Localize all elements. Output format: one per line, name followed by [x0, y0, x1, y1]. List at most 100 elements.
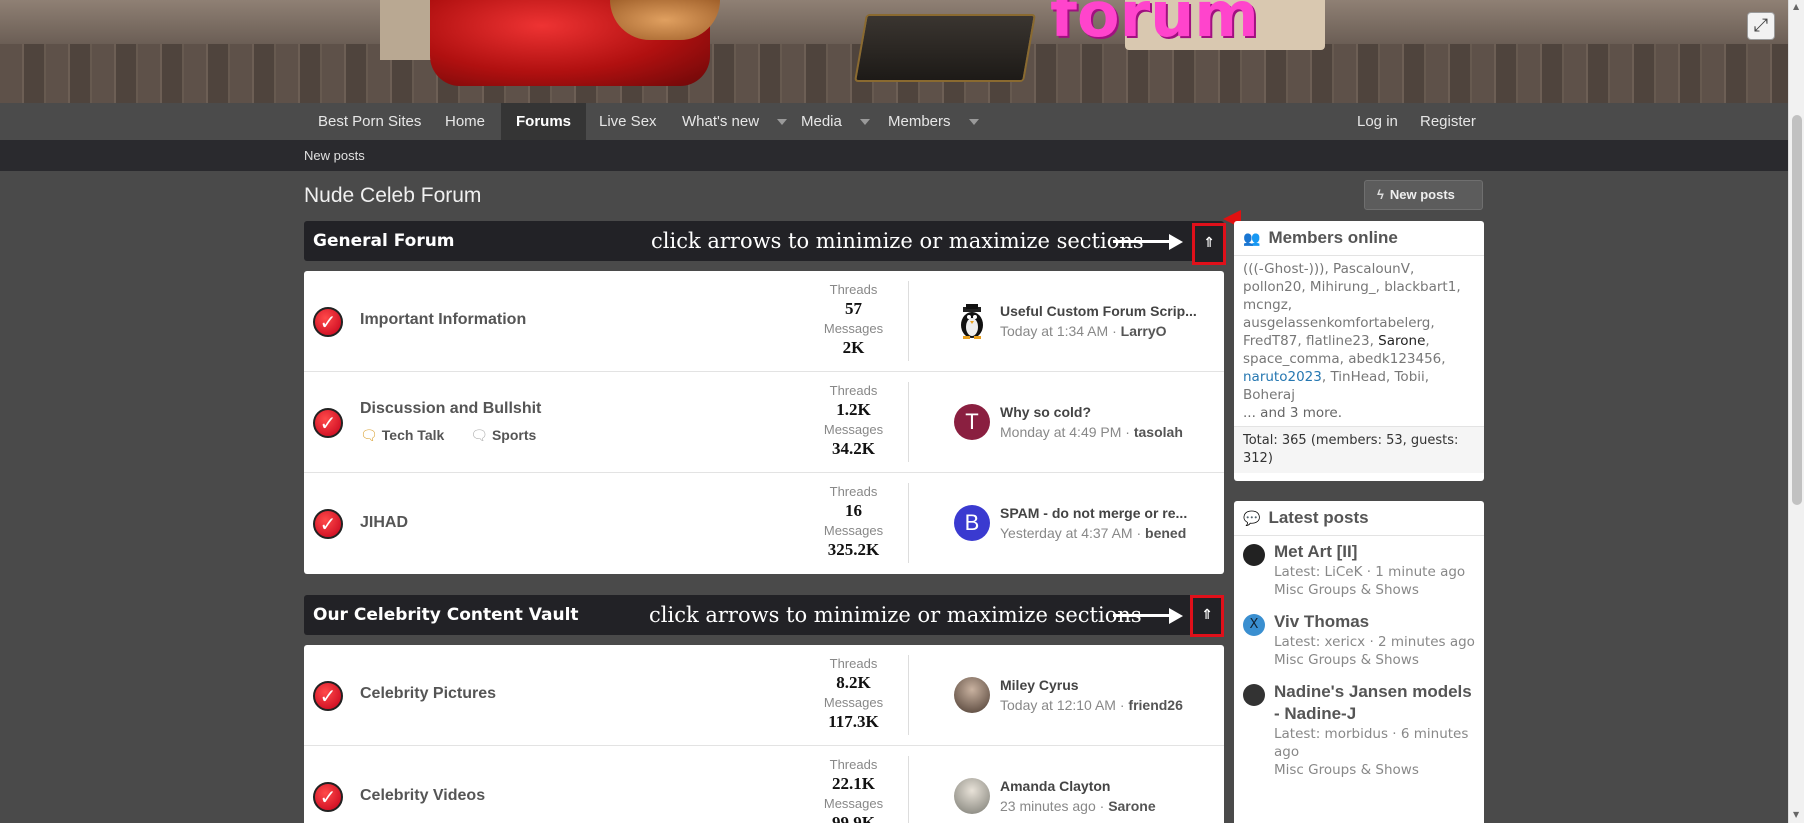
forum-row[interactable]: ✓ Celebrity Pictures Threads 8.2K Messag…	[304, 645, 1224, 746]
forum-row[interactable]: ✓ Discussion and Bullshit 🗨 Tech Talk 🗨 Sp…	[304, 372, 1224, 473]
site-logo[interactable]: forum	[1050, 0, 1259, 51]
chevron-down-icon[interactable]	[777, 119, 788, 126]
user-avatar[interactable]: T	[954, 404, 990, 440]
section-title[interactable]: General Forum	[313, 221, 455, 261]
latest-post-forum[interactable]: Misc Groups & Shows	[1274, 761, 1475, 779]
user-avatar[interactable]: B	[954, 505, 990, 541]
last-post-user[interactable]: Sarone	[1108, 798, 1155, 814]
user-avatar[interactable]	[1243, 684, 1265, 706]
forum-name[interactable]: JIHAD	[360, 514, 408, 532]
bolt-icon: ϟ	[1377, 187, 1384, 202]
member-link[interactable]: space_comma	[1243, 351, 1340, 367]
last-post-title[interactable]: SPAM - do not merge or re...	[1000, 505, 1215, 521]
main-nav: Best Porn Sites Home Forums Live Sex Wha…	[0, 103, 1788, 140]
last-post-meta: Monday at 4:49 PM · tasolah	[1000, 424, 1183, 440]
latest-post-title[interactable]: Met Art [II]	[1274, 541, 1475, 563]
scrollbar-thumb[interactable]	[1792, 115, 1802, 505]
members-online-title[interactable]: Members online	[1268, 228, 1397, 247]
user-avatar[interactable]	[954, 778, 990, 814]
sub-nav: New posts	[0, 140, 1788, 171]
member-link[interactable]: ausgelassenkomfortabelerg	[1243, 315, 1430, 331]
user-avatar[interactable]: X	[1243, 614, 1265, 636]
threads-count: 16	[845, 501, 862, 520]
user-avatar[interactable]	[954, 677, 990, 713]
last-post-user[interactable]: LarryO	[1121, 323, 1167, 339]
member-link[interactable]: flatline23	[1306, 333, 1370, 349]
forum-name[interactable]: Celebrity Videos	[360, 787, 485, 805]
collapse-toggle-icon[interactable]: ⇑	[1190, 595, 1224, 637]
nav-whats-new[interactable]: What's new	[682, 103, 788, 140]
last-post-time[interactable]: Today at 12:10 AM	[1000, 697, 1116, 713]
member-link[interactable]: Sarone	[1378, 333, 1425, 349]
scroll-down-icon[interactable]: ▼	[1793, 810, 1799, 819]
last-post-time[interactable]: 23 minutes ago	[1000, 798, 1096, 814]
chevron-down-icon[interactable]	[968, 119, 979, 126]
last-post-meta: 23 minutes ago · Sarone	[1000, 798, 1156, 814]
member-link[interactable]: blackbart1	[1384, 279, 1456, 295]
forum-row[interactable]: ✓ Important Information Threads 57 Messa…	[304, 271, 1224, 372]
forum-row[interactable]: ✓ Celebrity Videos Threads 22.1K Message…	[304, 746, 1224, 823]
latest-post-title[interactable]: Viv Thomas	[1274, 611, 1475, 633]
member-link[interactable]: (((-Ghost-)))	[1243, 261, 1324, 277]
forum-stats: Threads 22.1K Messages 99.9K	[799, 756, 909, 823]
external-expand-icon[interactable]: ⤢	[1747, 12, 1775, 40]
subforum-link[interactable]: Tech Talk	[382, 427, 445, 443]
member-link[interactable]: Boheraj	[1243, 387, 1295, 403]
widget-header: 👥 Members online	[1234, 221, 1484, 256]
last-post-user[interactable]: bened	[1145, 525, 1186, 541]
forum-read-icon: ✓	[313, 408, 343, 438]
messages-count: 34.2K	[832, 439, 875, 458]
latest-post-forum[interactable]: Misc Groups & Shows	[1274, 581, 1475, 599]
last-post-title[interactable]: Why so cold?	[1000, 404, 1215, 420]
member-link[interactable]: Tobii	[1394, 369, 1424, 385]
nav-media[interactable]: Media	[801, 103, 870, 140]
user-avatar[interactable]	[954, 303, 990, 339]
member-link[interactable]: naruto2023	[1243, 369, 1322, 385]
last-post-time[interactable]: Monday at 4:49 PM	[1000, 424, 1121, 440]
member-link[interactable]: TinHead	[1330, 369, 1385, 385]
page-scrollbar[interactable]: ▲ ▼	[1788, 0, 1804, 823]
last-post-user[interactable]: tasolah	[1134, 424, 1183, 440]
login-link[interactable]: Log in	[1357, 103, 1398, 140]
section-title[interactable]: Our Celebrity Content Vault	[313, 595, 579, 635]
last-post: Why so cold? Monday at 4:49 PM · tasolah	[1000, 404, 1215, 440]
latest-post-item[interactable]: X Viv Thomas Latest: xericx · 2 minutes …	[1234, 606, 1484, 676]
forum-name[interactable]: Celebrity Pictures	[360, 685, 496, 703]
register-link[interactable]: Register	[1420, 103, 1476, 140]
last-post: Useful Custom Forum Scrip... Today at 1:…	[1000, 303, 1215, 339]
forum-name[interactable]: Important Information	[360, 311, 526, 329]
latest-posts-title[interactable]: Latest posts	[1268, 508, 1368, 527]
nav-best-porn-sites[interactable]: Best Porn Sites	[318, 103, 421, 140]
member-link[interactable]: abedk123456	[1348, 351, 1441, 367]
member-link[interactable]: PascalounV	[1333, 261, 1410, 277]
subforum-link[interactable]: Sports	[492, 427, 536, 443]
scroll-up-icon[interactable]: ▲	[1793, 2, 1799, 11]
last-post-title[interactable]: Amanda Clayton	[1000, 778, 1215, 794]
member-link[interactable]: Mihirung_	[1310, 279, 1376, 295]
last-post-title[interactable]: Useful Custom Forum Scrip...	[1000, 303, 1215, 319]
forum-name[interactable]: Discussion and Bullshit	[360, 400, 541, 418]
latest-post-title[interactable]: Nadine's Jansen models - Nadine-J	[1274, 681, 1475, 725]
last-post-title[interactable]: Miley Cyrus	[1000, 677, 1215, 693]
latest-post-item[interactable]: Nadine's Jansen models - Nadine-J Latest…	[1234, 676, 1484, 779]
member-link[interactable]: pollon20	[1243, 279, 1301, 295]
member-link[interactable]: FredT87	[1243, 333, 1297, 349]
latest-post-item[interactable]: Met Art [II] Latest: LiCeK · 1 minute ag…	[1234, 536, 1484, 606]
nav-live-sex[interactable]: Live Sex	[599, 103, 657, 140]
latest-post-forum[interactable]: Misc Groups & Shows	[1274, 651, 1475, 669]
subnav-new-posts[interactable]: New posts	[304, 140, 365, 171]
new-posts-button[interactable]: ϟ New posts	[1364, 180, 1483, 210]
user-avatar[interactable]	[1243, 544, 1265, 566]
members-more-link[interactable]: ... and 3 more.	[1243, 405, 1342, 421]
last-post-time[interactable]: Today at 1:34 AM	[1000, 323, 1108, 339]
collapse-toggle-icon[interactable]: ⇑	[1192, 223, 1226, 265]
last-post-user[interactable]: friend26	[1128, 697, 1182, 713]
chevron-down-icon[interactable]	[859, 119, 870, 126]
forum-list-celebrity: ✓ Celebrity Pictures Threads 8.2K Messag…	[304, 645, 1224, 823]
nav-members[interactable]: Members	[888, 103, 979, 140]
member-link[interactable]: mcngz	[1243, 297, 1288, 313]
last-post-time[interactable]: Yesterday at 4:37 AM	[1000, 525, 1133, 541]
nav-forums[interactable]: Forums	[501, 103, 587, 140]
forum-row[interactable]: ✓ JIHAD Threads 16 Messages 325.2K B SPA…	[304, 473, 1224, 574]
nav-home[interactable]: Home	[445, 103, 485, 140]
